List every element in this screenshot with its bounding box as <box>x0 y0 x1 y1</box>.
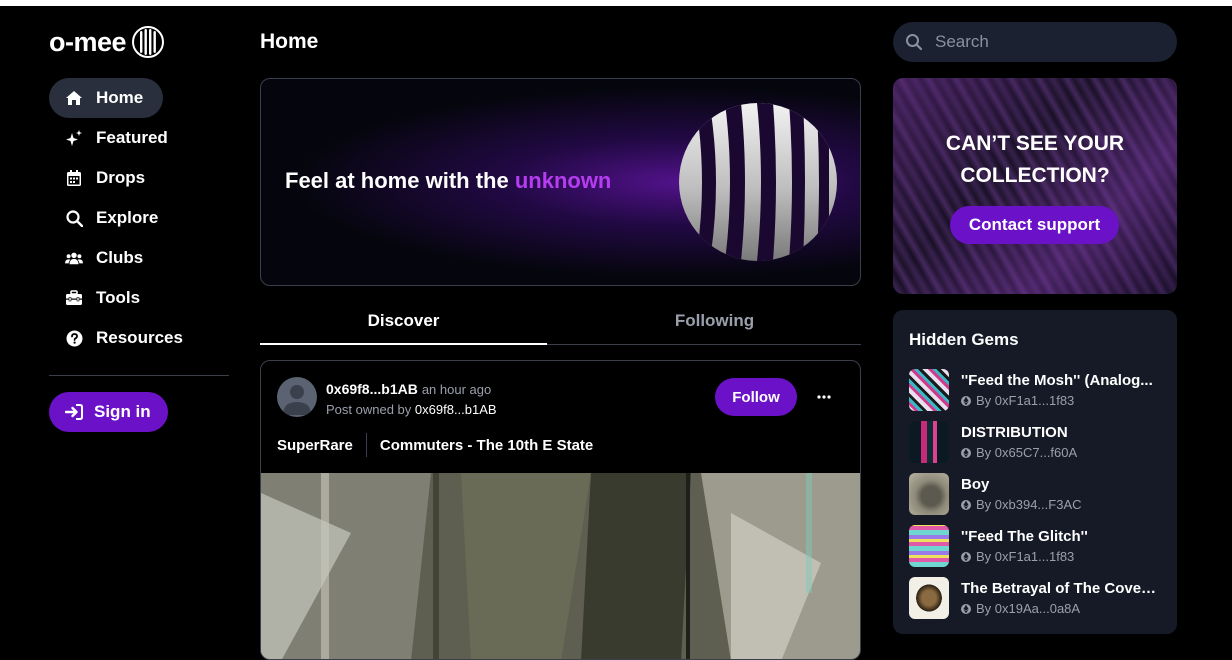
post-owner-line: Post owned by 0x69f8...b1AB <box>326 402 497 417</box>
post-author: 0x69f8...b1AB an hour ago <box>326 381 491 397</box>
owner-name[interactable]: 0x69f8...b1AB <box>415 402 497 417</box>
feed-post: 0x69f8...b1AB an hour ago Post owned by 0… <box>260 360 861 660</box>
help-icon <box>65 329 83 347</box>
users-icon <box>65 249 83 267</box>
post-tags: SuperRare Commuters - The 10th E State <box>277 433 593 457</box>
gem-thumbnail <box>909 369 949 411</box>
nav-item-label: Tools <box>96 288 141 307</box>
gem-name: Boy <box>961 476 990 493</box>
search-icon <box>65 209 83 227</box>
logo[interactable]: o-mee <box>49 26 229 58</box>
nav-divider <box>49 375 229 376</box>
hero-banner: Feel at home with the unknown <box>260 78 861 286</box>
nav-item-tools[interactable]: Tools <box>49 278 229 318</box>
tag-platform[interactable]: SuperRare <box>277 437 353 454</box>
main-nav: Home Featured Drops Explore Clubs Tools … <box>49 78 229 358</box>
page-title: Home <box>260 30 319 53</box>
nav-item-featured[interactable]: Featured <box>49 118 229 158</box>
ethereum-icon <box>961 603 971 614</box>
list-item[interactable]: DISTRIBUTION By 0x65C7...f60A <box>909 421 1169 463</box>
gem-creator: By 0xF1a1...1f83 <box>961 393 1074 408</box>
tab-discover[interactable]: Discover <box>260 306 547 345</box>
sign-in-label: Sign in <box>94 402 151 421</box>
owned-prefix: Post owned by <box>326 402 412 417</box>
sidebar: o-mee Home Featured Drops Explore Clubs … <box>49 26 229 432</box>
hidden-gems-panel: Hidden Gems ''Feed the Mosh'' (Analog...… <box>893 310 1177 634</box>
nav-item-clubs[interactable]: Clubs <box>49 238 229 278</box>
gem-thumbnail <box>909 525 949 567</box>
ethereum-icon <box>961 551 971 562</box>
gem-thumbnail <box>909 473 949 515</box>
list-item[interactable]: The Betrayal of The Coven... By 0x19Aa..… <box>909 577 1169 619</box>
promo-title: CAN’T SEE YOUR COLLECTION? <box>893 128 1177 192</box>
sign-in-button[interactable]: Sign in <box>49 392 168 432</box>
gem-creator-text: By 0xb394...F3AC <box>976 497 1082 512</box>
follow-button[interactable]: Follow <box>715 378 797 416</box>
nav-item-label: Featured <box>96 128 168 147</box>
tag-divider <box>365 433 367 457</box>
search-input[interactable] <box>933 31 1157 53</box>
tab-following[interactable]: Following <box>571 306 858 343</box>
tag-collection[interactable]: Commuters - The 10th E State <box>380 437 593 454</box>
home-icon <box>65 89 83 107</box>
gem-thumbnail <box>909 421 949 463</box>
more-options-icon[interactable] <box>809 387 839 407</box>
hero-text-main: Feel at home with the <box>285 168 509 193</box>
nav-item-label: Home <box>96 88 144 107</box>
gem-creator-text: By 0xF1a1...1f83 <box>976 393 1075 408</box>
hero-text: Feel at home with the unknown <box>285 168 611 194</box>
search-bar[interactable] <box>893 22 1177 62</box>
avatar[interactable] <box>277 377 317 417</box>
gem-creator: By 0x19Aa...0a8A <box>961 601 1080 616</box>
ethereum-icon <box>961 447 971 458</box>
top-strip <box>0 0 1232 6</box>
gem-creator-text: By 0x19Aa...0a8A <box>976 601 1081 616</box>
nav-item-resources[interactable]: Resources <box>49 318 229 358</box>
sign-in-icon <box>65 403 83 421</box>
gem-creator: By 0xb394...F3AC <box>961 497 1082 512</box>
promo-title-line1: CAN’T SEE YOUR <box>945 132 1125 155</box>
contact-support-button[interactable]: Contact support <box>950 206 1119 244</box>
list-item[interactable]: Boy By 0xb394...F3AC <box>909 473 1169 515</box>
nav-item-home[interactable]: Home <box>49 78 163 118</box>
gem-creator: By 0x65C7...f60A <box>961 445 1077 460</box>
gem-creator: By 0xF1a1...1f83 <box>961 549 1074 564</box>
calendar-icon <box>65 169 83 187</box>
list-item[interactable]: ''Feed the Mosh'' (Analog... By 0xF1a1..… <box>909 369 1169 411</box>
post-time: an hour ago <box>421 382 492 397</box>
gem-name: DISTRIBUTION <box>961 424 1068 441</box>
nav-item-explore[interactable]: Explore <box>49 198 229 238</box>
gem-name: ''Feed The Glitch'' <box>961 528 1088 545</box>
hidden-gems-title: Hidden Gems <box>909 330 1019 349</box>
gem-creator-text: By 0xF1a1...1f83 <box>976 549 1075 564</box>
sparkle-icon <box>65 129 83 147</box>
gem-creator-text: By 0x65C7...f60A <box>976 445 1078 460</box>
logo-text: o-mee <box>49 26 127 57</box>
nav-item-label: Clubs <box>96 248 144 267</box>
ethereum-icon <box>961 395 971 406</box>
feed-tabs: Discover Following <box>260 306 861 345</box>
gem-name: The Betrayal of The Coven... <box>961 580 1161 597</box>
gem-name: ''Feed the Mosh'' (Analog... <box>961 372 1153 389</box>
support-promo-card: CAN’T SEE YOUR COLLECTION? Contact suppo… <box>893 78 1177 294</box>
logo-mark-icon <box>132 26 165 58</box>
hero-text-accent: unknown <box>514 168 612 193</box>
nav-item-label: Explore <box>96 208 159 227</box>
toolbox-icon <box>65 289 83 307</box>
nav-item-label: Resources <box>96 328 183 347</box>
search-icon <box>906 34 923 51</box>
promo-title-line2: COLLECTION? <box>960 164 1110 187</box>
post-artwork-image[interactable] <box>261 473 860 659</box>
list-item[interactable]: ''Feed The Glitch'' By 0xF1a1...1f83 <box>909 525 1169 567</box>
nav-item-drops[interactable]: Drops <box>49 158 229 198</box>
gem-thumbnail <box>909 577 949 619</box>
ethereum-icon <box>961 499 971 510</box>
nav-item-label: Drops <box>96 168 146 187</box>
hero-orb-logo <box>679 103 837 261</box>
author-name[interactable]: 0x69f8...b1AB <box>326 381 418 397</box>
